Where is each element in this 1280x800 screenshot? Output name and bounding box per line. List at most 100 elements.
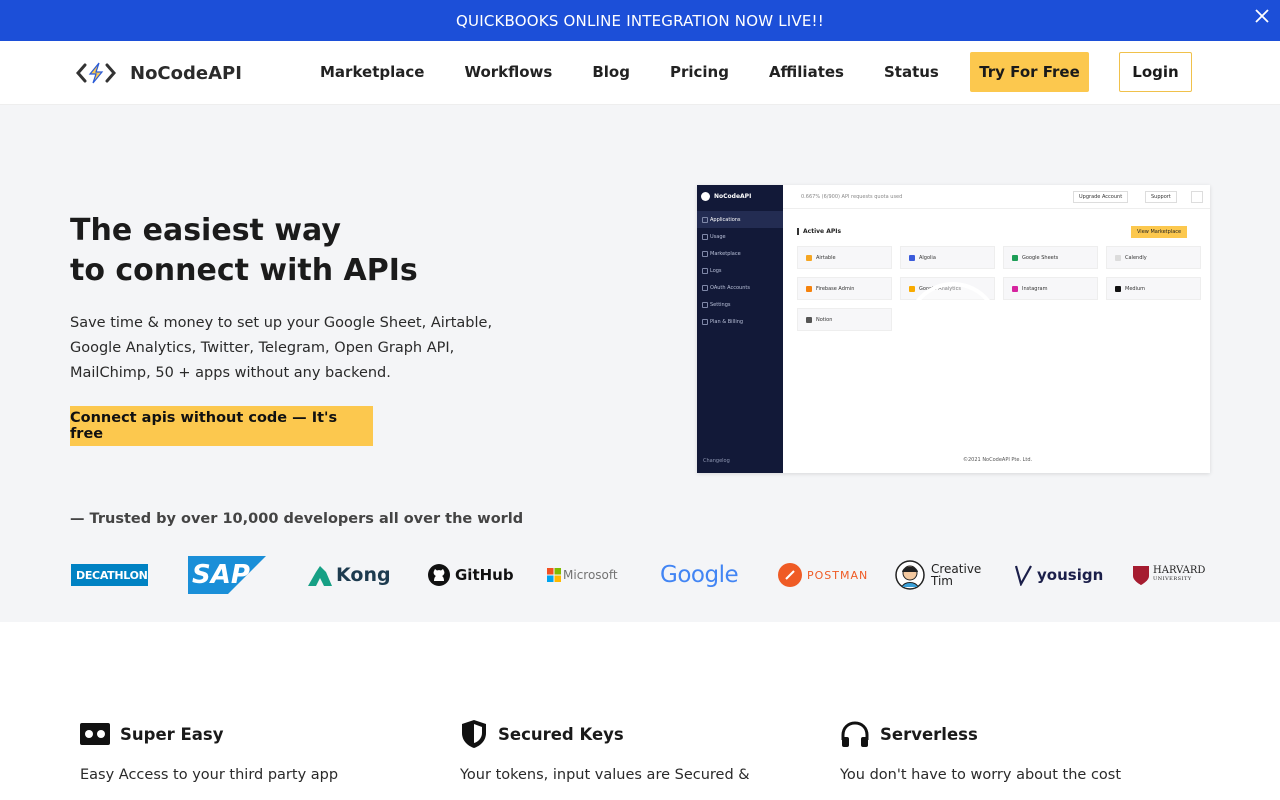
preview-menu-applications: Applications bbox=[697, 211, 783, 228]
algolia-icon bbox=[909, 254, 915, 261]
preview-api-name: Google Sheets bbox=[1022, 254, 1059, 261]
preview-menu-oauth: OAuth Accounts bbox=[697, 279, 783, 296]
cassette-icon bbox=[80, 723, 110, 745]
kong-logo: Kong bbox=[306, 555, 391, 595]
hero-title-line1: The easiest way bbox=[70, 213, 341, 248]
shield-icon bbox=[462, 720, 486, 748]
preview-view-marketplace: View Marketplace bbox=[1131, 226, 1188, 238]
nav-status[interactable]: Status bbox=[884, 63, 939, 81]
yousign-logo-text: yousign bbox=[1037, 566, 1104, 584]
preview-api-card: Instagram bbox=[1003, 277, 1098, 300]
preview-menu-marketplace: Marketplace bbox=[697, 245, 783, 262]
preview-api-card: Airtable bbox=[797, 246, 892, 269]
creative-tim-text: Creative Tim bbox=[931, 563, 981, 587]
medium-icon bbox=[1115, 285, 1121, 292]
yousign-icon bbox=[1015, 565, 1032, 586]
preview-changelog: Changelog bbox=[703, 458, 730, 464]
preview-logo-icon bbox=[701, 192, 710, 201]
calendly-icon bbox=[1115, 254, 1121, 261]
feature-text: Easy Access to your third party app bbox=[80, 767, 339, 783]
features-section: Super Easy Easy Access to your third par… bbox=[0, 622, 1280, 800]
trusted-by-text: — Trusted by over 10,000 developers all … bbox=[70, 511, 524, 527]
google-logo-text: Google bbox=[660, 562, 739, 588]
preview-support-button: Support bbox=[1145, 191, 1177, 203]
preview-api-card: Calendly bbox=[1106, 246, 1201, 269]
preview-sidebar: NoCodeAPI Applications Usage Marketplace… bbox=[697, 185, 783, 473]
connect-apis-button[interactable]: Connect apis without code — It's free bbox=[70, 406, 373, 446]
nav-affiliates[interactable]: Affiliates bbox=[769, 63, 844, 81]
sap-logo-text: SAP bbox=[192, 560, 250, 590]
preview-quota: 0.667% (6/900) API requests quota used bbox=[801, 194, 903, 200]
preview-api-name: Instagram bbox=[1022, 285, 1048, 292]
preview-api-card: Algolia bbox=[900, 246, 995, 269]
airtable-icon bbox=[806, 254, 812, 261]
preview-topbar: 0.667% (6/900) API requests quota used U… bbox=[783, 185, 1210, 209]
decathlon-logo-text: DECATHLON bbox=[76, 568, 148, 582]
preview-brand: NoCodeAPI bbox=[701, 192, 751, 201]
nav-blog[interactable]: Blog bbox=[592, 63, 630, 81]
preview-api-name: Algolia bbox=[919, 254, 936, 261]
preview-api-name: Airtable bbox=[816, 254, 836, 261]
preview-active-apis-title: Active APIs bbox=[797, 228, 841, 235]
code-bolt-icon bbox=[76, 62, 116, 84]
hero-title-line2: to connect with APIs bbox=[70, 253, 418, 288]
preview-api-name: Calendly bbox=[1125, 254, 1147, 261]
login-button[interactable]: Login bbox=[1119, 52, 1192, 92]
postman-logo-text: POSTMAN bbox=[807, 568, 869, 582]
preview-api-card: Notion bbox=[797, 308, 892, 331]
nav-marketplace[interactable]: Marketplace bbox=[320, 63, 424, 81]
try-for-free-button[interactable]: Try For Free bbox=[970, 52, 1089, 92]
feature-title: Super Easy bbox=[120, 724, 224, 744]
creative-tim-avatar-icon bbox=[895, 560, 925, 590]
postman-logo: POSTMAN bbox=[778, 555, 868, 595]
microsoft-logo-text: Microsoft bbox=[563, 568, 618, 582]
sap-logo: SAP bbox=[188, 555, 266, 595]
preview-upgrade-button: Upgrade Account bbox=[1073, 191, 1129, 203]
harvard-shield-icon bbox=[1133, 565, 1149, 585]
creative-tim-line2: Tim bbox=[931, 574, 953, 588]
postman-icon bbox=[778, 563, 802, 587]
hero-description: Save time & money to set up your Google … bbox=[70, 315, 493, 381]
preview-footer: ©2021 NoCodeAPI Pte. Ltd. bbox=[963, 457, 1033, 463]
harvard-line1: HARVARD bbox=[1153, 565, 1206, 576]
feature-text: Your tokens, input values are Secured & bbox=[460, 767, 750, 783]
github-icon bbox=[428, 564, 450, 586]
google-sheets-icon bbox=[1012, 254, 1018, 261]
preview-api-card: Firebase Admin bbox=[797, 277, 892, 300]
announcement-bar: QUICKBOOKS ONLINE INTEGRATION NOW LIVE!! bbox=[0, 0, 1280, 41]
github-logo-text: GitHub bbox=[455, 566, 514, 584]
harvard-logo: HARVARD UNIVERSITY bbox=[1133, 555, 1205, 595]
nav-pricing[interactable]: Pricing bbox=[670, 63, 729, 81]
yousign-logo: yousign bbox=[1015, 555, 1103, 595]
nav-workflows[interactable]: Workflows bbox=[464, 63, 552, 81]
preview-api-name: Firebase Admin bbox=[816, 285, 855, 292]
instagram-icon bbox=[1012, 285, 1018, 292]
feature-secured-keys: Secured Keys Your tokens, input values a… bbox=[460, 718, 800, 787]
feature-text: You don't have to worry about the cost bbox=[840, 767, 1122, 783]
preview-dropdown bbox=[1191, 191, 1203, 203]
preview-menu: Applications Usage Marketplace Logs OAut… bbox=[697, 211, 783, 330]
creative-tim-logo: Creative Tim bbox=[895, 555, 981, 595]
kong-icon bbox=[308, 566, 332, 586]
feature-super-easy: Super Easy Easy Access to your third par… bbox=[80, 718, 420, 787]
kong-logo-text: Kong bbox=[336, 564, 391, 586]
play-icon[interactable] bbox=[905, 281, 1001, 377]
preview-menu-billing: Plan & Billing bbox=[697, 313, 783, 330]
github-logo: GitHub bbox=[427, 555, 514, 595]
site-header: NoCodeAPI Marketplace Workflows Blog Pri… bbox=[0, 41, 1280, 105]
dashboard-video-preview[interactable]: NoCodeAPI Applications Usage Marketplace… bbox=[697, 185, 1210, 473]
customer-logos: DECATHLON SAP Kong GitHub Microsoft Goog… bbox=[70, 555, 1210, 595]
brand-logo[interactable]: NoCodeAPI bbox=[76, 61, 242, 85]
brand-name: NoCodeAPI bbox=[130, 62, 242, 84]
feature-serverless: Serverless You don't have to worry about… bbox=[840, 718, 1180, 787]
feature-title: Serverless bbox=[880, 724, 978, 744]
preview-api-name: Notion bbox=[816, 316, 833, 323]
preview-api-card: Medium bbox=[1106, 277, 1201, 300]
preview-brand-name: NoCodeAPI bbox=[714, 193, 752, 200]
microsoft-logo: Microsoft bbox=[547, 555, 618, 595]
google-logo: Google bbox=[660, 555, 739, 595]
feature-title: Secured Keys bbox=[498, 724, 624, 744]
preview-menu-usage: Usage bbox=[697, 228, 783, 245]
close-icon[interactable] bbox=[1252, 6, 1272, 26]
announcement-text[interactable]: QUICKBOOKS ONLINE INTEGRATION NOW LIVE!! bbox=[456, 12, 824, 30]
